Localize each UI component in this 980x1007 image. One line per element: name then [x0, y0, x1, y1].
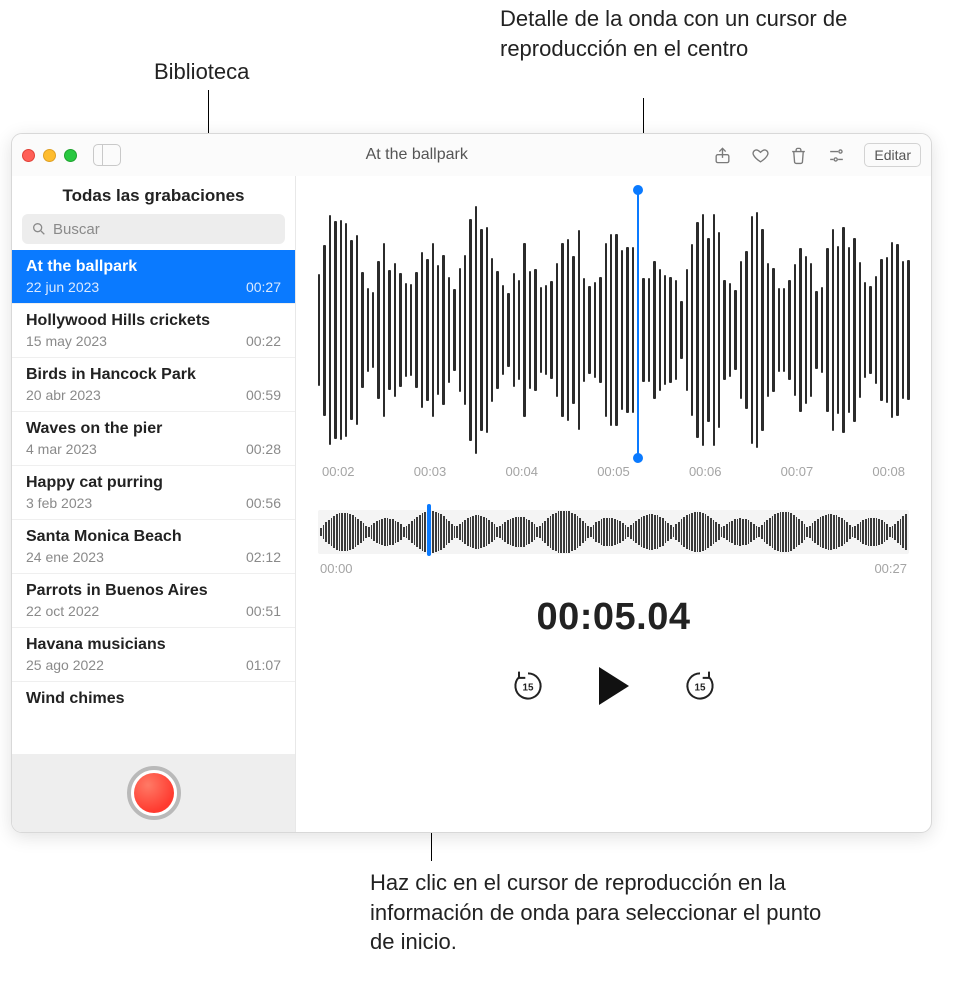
settings-sliders-icon[interactable] [826, 145, 846, 165]
recording-name: Waves on the pier [26, 420, 281, 438]
recording-duration: 00:56 [246, 495, 281, 511]
callout-library: Biblioteca [154, 57, 249, 87]
recording-name: Birds in Hancock Park [26, 366, 281, 384]
recording-date: 15 may 2023 [26, 333, 107, 349]
share-icon[interactable] [712, 145, 732, 165]
recording-item[interactable]: Birds in Hancock Park 20 abr 2023 00:59 [12, 358, 295, 412]
recording-name: Parrots in Buenos Aires [26, 582, 281, 600]
skip-forward-button[interactable]: 15 [681, 667, 719, 705]
waveform-overview[interactable]: 00:00 00:27 [318, 504, 909, 574]
recording-duration: 00:22 [246, 333, 281, 349]
overview-start-label: 00:00 [320, 561, 353, 576]
timescale-tick: 00:05 [597, 464, 630, 490]
sidebar: Todas las grabaciones Buscar At the ball… [12, 176, 296, 832]
timescale: 00:02 00:03 00:04 00:05 00:06 00:07 00:08 [318, 464, 909, 490]
search-icon [31, 221, 47, 237]
recording-name: Happy cat purring [26, 474, 281, 492]
search-placeholder: Buscar [53, 221, 100, 238]
minimize-window-button[interactable] [43, 149, 56, 162]
play-icon [599, 667, 629, 705]
main-panel: 00:02 00:03 00:04 00:05 00:06 00:07 00:08 00:0… [296, 176, 931, 832]
window-title: At the ballpark [121, 146, 712, 164]
svg-text:15: 15 [522, 683, 533, 694]
recording-name: Santa Monica Beach [26, 528, 281, 546]
timescale-tick: 00:03 [414, 464, 447, 490]
favorite-icon[interactable] [750, 145, 770, 165]
timescale-tick: 00:08 [872, 464, 905, 490]
recording-duration: 01:07 [246, 657, 281, 673]
play-button[interactable] [595, 667, 633, 705]
recording-duration: 00:59 [246, 387, 281, 403]
timecode: 00:05.04 [318, 596, 909, 639]
timescale-tick: 00:07 [781, 464, 814, 490]
detail-playhead[interactable] [637, 190, 639, 458]
recordings-list: At the ballpark 22 jun 2023 00:27 Hollywood… [12, 250, 295, 754]
recording-date: 3 feb 2023 [26, 495, 92, 511]
trash-icon[interactable] [788, 145, 808, 165]
recording-duration: 00:27 [246, 279, 281, 295]
recording-date: 24 ene 2023 [26, 549, 104, 565]
waveform-detail[interactable]: 00:02 00:03 00:04 00:05 00:06 00:07 00:08 [318, 190, 909, 490]
toggle-sidebar-button[interactable] [93, 144, 121, 166]
recording-date: 4 mar 2023 [26, 441, 97, 457]
recording-date: 22 oct 2022 [26, 603, 99, 619]
edit-button[interactable]: Editar [864, 143, 921, 167]
recording-duration: 00:28 [246, 441, 281, 457]
close-window-button[interactable] [22, 149, 35, 162]
recording-name: Hollywood Hills crickets [26, 312, 281, 330]
timescale-tick: 00:04 [505, 464, 538, 490]
skip-back-button[interactable]: 15 [509, 667, 547, 705]
playback-controls: 15 15 [318, 667, 909, 705]
recording-date: 25 ago 2022 [26, 657, 104, 673]
record-icon [134, 773, 174, 813]
recording-date: 22 jun 2023 [26, 279, 99, 295]
recording-name: Havana musicians [26, 636, 281, 654]
recording-name: At the ballpark [26, 258, 281, 276]
recording-name: Wind chimes [26, 690, 281, 708]
svg-text:15: 15 [694, 683, 705, 694]
recording-item[interactable]: At the ballpark 22 jun 2023 00:27 [12, 250, 295, 304]
recording-item[interactable]: Havana musicians 25 ago 2022 01:07 [12, 628, 295, 682]
app-window: At the ballpark Editar Todas las grabaci… [11, 133, 932, 833]
recording-item[interactable]: Happy cat purring 3 feb 2023 00:56 [12, 466, 295, 520]
recording-item[interactable]: Parrots in Buenos Aires 22 oct 2022 00:51 [12, 574, 295, 628]
recording-item[interactable]: Wind chimes [12, 682, 295, 716]
titlebar: At the ballpark Editar [12, 134, 931, 176]
timescale-tick: 00:02 [322, 464, 355, 490]
overview-playhead[interactable] [427, 504, 431, 556]
recording-duration: 02:12 [246, 549, 281, 565]
recording-item[interactable]: Santa Monica Beach 24 ene 2023 02:12 [12, 520, 295, 574]
sidebar-header: Todas las grabaciones [12, 176, 295, 214]
zoom-window-button[interactable] [64, 149, 77, 162]
recording-duration: 00:51 [246, 603, 281, 619]
recording-date: 20 abr 2023 [26, 387, 101, 403]
recording-item[interactable]: Hollywood Hills crickets 15 may 2023 00:22 [12, 304, 295, 358]
timescale-tick: 00:06 [689, 464, 722, 490]
record-area [12, 754, 295, 832]
callout-waveform-detail: Detalle de la onda con un cursor de repr… [500, 4, 930, 63]
search-input[interactable]: Buscar [22, 214, 285, 244]
window-controls [22, 149, 77, 162]
callout-overview-playhead: Haz clic en el cursor de reproducción en… [370, 868, 850, 957]
recording-item[interactable]: Waves on the pier 4 mar 2023 00:28 [12, 412, 295, 466]
overview-end-label: 00:27 [874, 561, 907, 576]
record-button[interactable] [127, 766, 181, 820]
